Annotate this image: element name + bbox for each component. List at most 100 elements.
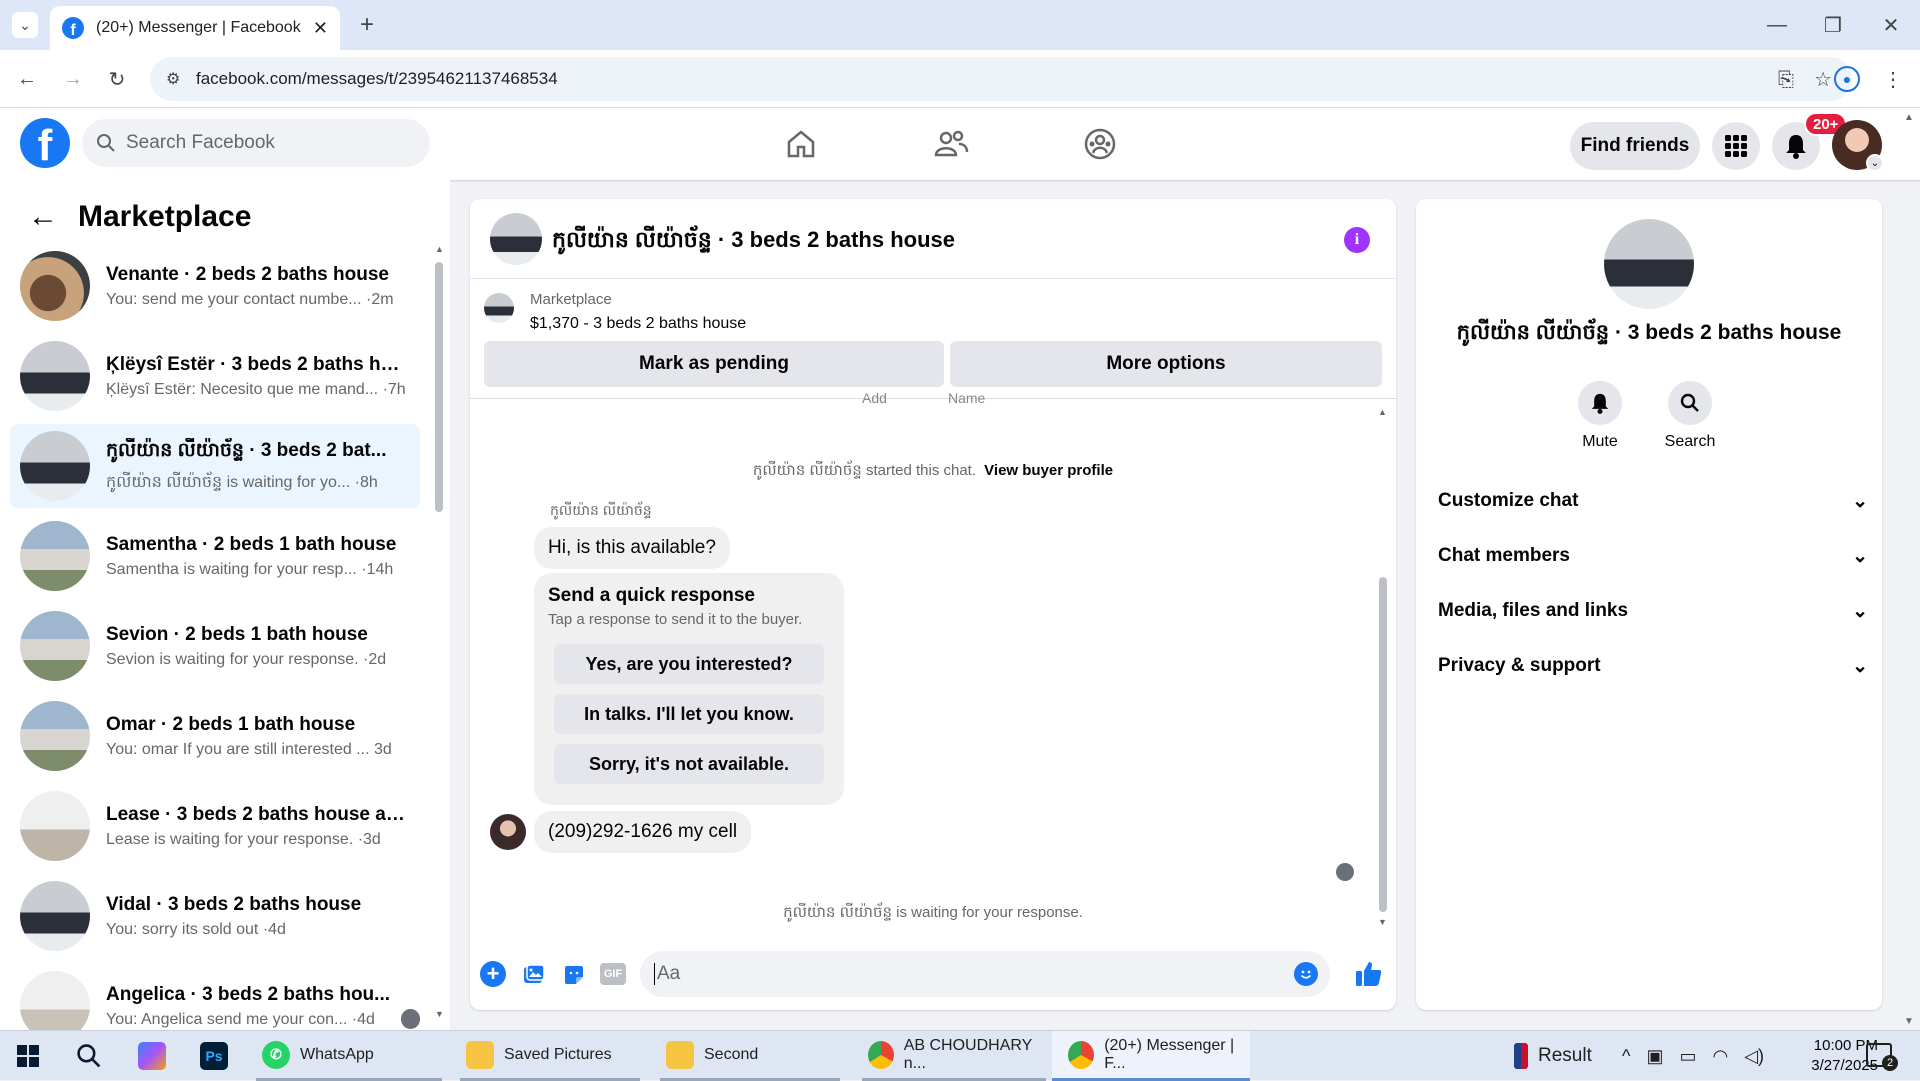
minimize-icon[interactable]: — — [1764, 12, 1790, 38]
conversation-item[interactable]: កូលីយ៉ាន លីយ៉ាច័ន្ទ · 3 beds 2 bat... កូល… — [10, 424, 420, 508]
quick-response-talks-button[interactable]: In talks. I'll let you know. — [554, 694, 824, 734]
wifi-icon[interactable]: ◠ — [1712, 1046, 1728, 1067]
conversation-text: Ķlëysî Estër · 3 beds 2 baths house Ķlëys… — [106, 354, 406, 399]
privacy-support-section[interactable]: Privacy & support ⌄ — [1438, 644, 1868, 688]
friends-icon[interactable] — [929, 122, 973, 166]
view-buyer-profile-link[interactable]: View buyer profile — [984, 462, 1113, 479]
groups-icon[interactable] — [1078, 122, 1122, 166]
taskbar-second[interactable]: Second — [660, 1031, 840, 1081]
taskbar-chrome-messenger[interactable]: (20+) Messenger | F... — [1052, 1031, 1250, 1081]
details-avatar[interactable] — [1604, 219, 1694, 309]
site-info-icon[interactable]: ⚙ — [166, 69, 180, 89]
taskbar-search-icon[interactable] — [76, 1031, 102, 1081]
forward-icon[interactable]: → — [60, 66, 86, 92]
chevron-up-icon[interactable]: ^ — [1622, 1046, 1630, 1067]
system-tray[interactable]: ^ ▣ ▭ ◠ ◁) — [1622, 1031, 1764, 1081]
url-field[interactable]: ⚙ facebook.com/messages/t/23954621137468… — [150, 57, 1852, 101]
sidebar-scrollbar[interactable]: ▲ ▼ — [434, 244, 444, 1019]
photoshop-icon[interactable]: Ps — [200, 1031, 228, 1081]
menu-grid-icon[interactable] — [1712, 122, 1760, 170]
account-chevron-icon[interactable]: ⌄ — [1866, 154, 1884, 172]
conversation-item[interactable]: Vidal · 3 beds 2 baths house You: sorry i… — [10, 874, 420, 958]
profile-icon[interactable]: ● — [1834, 66, 1860, 92]
tab-search-icon[interactable]: ⌄ — [12, 12, 38, 38]
conversation-preview: Samentha is waiting for your resp... ·14… — [106, 560, 394, 578]
conversation-item[interactable]: Venante · 2 beds 2 baths house You: send … — [10, 244, 420, 328]
mute-bell-icon[interactable] — [1578, 381, 1622, 425]
conversation-preview: Sevion is waiting for your response. ·2d — [106, 650, 387, 668]
like-thumbs-up-icon[interactable] — [1354, 959, 1384, 994]
info-icon[interactable]: i — [1344, 227, 1370, 253]
message-input[interactable]: Aa — [640, 951, 1330, 997]
back-icon[interactable]: ← — [14, 66, 40, 92]
add-attachment-icon[interactable]: + — [480, 961, 506, 987]
conversation-text: Lease · 3 beds 2 baths house at ... Lease… — [106, 804, 406, 849]
emoji-icon[interactable] — [1294, 962, 1318, 986]
read-receipt-avatar — [1336, 863, 1354, 881]
mark-as-pending-button[interactable]: Mark as pending — [484, 341, 944, 387]
media-files-links-section[interactable]: Media, files and links ⌄ — [1438, 589, 1868, 633]
taskbar-chrome-ab-choudhary[interactable]: AB CHOUDHARY n... — [862, 1031, 1046, 1081]
conversation-item[interactable]: Samentha · 2 beds 1 bath house Samentha i… — [10, 514, 420, 598]
section-label: Chat members — [1438, 545, 1570, 566]
install-app-icon[interactable]: ⎘ — [1778, 69, 1794, 92]
taskbar-saved-pictures[interactable]: Saved Pictures — [460, 1031, 640, 1081]
meet-now-icon[interactable]: ▣ — [1646, 1046, 1663, 1067]
conversation-title: កូលីយ៉ាន លីយ៉ាច័ន្ទ · 3 beds 2 bat... — [106, 439, 387, 461]
battery-icon[interactable]: ▭ — [1679, 1046, 1696, 1067]
restore-icon[interactable]: ❐ — [1820, 12, 1846, 38]
conversation-preview: You: omar If you are still interested ..… — [106, 740, 392, 758]
conversation-avatar — [20, 611, 90, 681]
reload-icon[interactable]: ↻ — [104, 66, 130, 92]
search-label[interactable]: Search — [1650, 433, 1730, 451]
customize-chat-section[interactable]: Customize chat ⌄ — [1438, 479, 1868, 523]
new-tab-icon[interactable]: + — [354, 11, 380, 38]
listing-thumbnail[interactable] — [484, 293, 514, 323]
bookmark-star-icon[interactable]: ☆ — [1814, 67, 1832, 92]
taskbar-label: Saved Pictures — [504, 1045, 612, 1063]
home-icon[interactable] — [779, 122, 823, 166]
start-button[interactable] — [16, 1031, 40, 1081]
browser-tab[interactable]: f (20+) Messenger | Facebook ✕ — [50, 6, 340, 50]
listing-info[interactable]: $1,370 - 3 beds 2 baths house — [530, 315, 746, 333]
menu-icon[interactable]: ⋮ — [1880, 66, 1906, 92]
page-scrollbar[interactable]: ▲ ▼ — [1904, 112, 1916, 1027]
quick-response-sorry-button[interactable]: Sorry, it's not available. — [554, 744, 824, 784]
sender-avatar[interactable] — [490, 814, 526, 850]
conversation-title: Lease · 3 beds 2 baths house at ... — [106, 803, 406, 825]
read-receipt-avatar — [400, 1009, 420, 1029]
conversation-preview: You: Angelica send me your con... ·4d — [106, 1010, 375, 1028]
search-input[interactable]: Search Facebook — [82, 119, 430, 167]
back-arrow-icon[interactable]: ← — [28, 200, 58, 234]
chat-avatar[interactable] — [490, 213, 542, 265]
quick-response-yes-button[interactable]: Yes, are you interested? — [554, 644, 824, 684]
close-window-icon[interactable]: ✕ — [1878, 12, 1904, 38]
conversation-avatar — [20, 431, 90, 501]
clock[interactable]: 10:00 PM 3/27/2025 — [1768, 1036, 1878, 1076]
mute-label[interactable]: Mute — [1560, 433, 1640, 451]
conversation-item[interactable]: Ķlëysî Estër · 3 beds 2 baths house Ķlëys… — [10, 334, 420, 418]
conversation-item[interactable]: Lease · 3 beds 2 baths house at ... Lease… — [10, 784, 420, 868]
chat-members-section[interactable]: Chat members ⌄ — [1438, 534, 1868, 578]
whatsapp-icon: ✆ — [262, 1040, 290, 1069]
taskbar-whatsapp[interactable]: ✆ WhatsApp — [256, 1031, 442, 1081]
conversation-avatar — [20, 341, 90, 411]
copilot-icon[interactable] — [138, 1031, 166, 1081]
listing-card: Marketplace $1,370 - 3 beds 2 baths hous… — [470, 279, 1396, 399]
more-options-button[interactable]: More options — [950, 341, 1382, 387]
chat-scrollbar[interactable]: ▲ ▼ — [1378, 407, 1388, 927]
sticker-icon[interactable] — [562, 963, 586, 992]
gif-icon[interactable]: GIF — [600, 963, 626, 985]
search-conversation-icon[interactable] — [1668, 381, 1712, 425]
photo-icon[interactable] — [522, 963, 546, 992]
chat-title[interactable]: កូលីយ៉ាន លីយ៉ាច័ន្ទ · 3 beds 2 baths hou… — [552, 226, 955, 258]
tab-close-icon[interactable]: ✕ — [313, 18, 328, 39]
conversation-item[interactable]: Sevion · 2 beds 1 bath house Sevion is wa… — [10, 604, 420, 688]
facebook-logo-icon[interactable]: f — [20, 118, 70, 168]
chrome-icon — [1068, 1040, 1095, 1069]
conversation-item[interactable]: Omar · 2 beds 1 bath house You: omar If y… — [10, 694, 420, 778]
taskbar-result-widget[interactable]: Result — [1514, 1031, 1592, 1081]
volume-icon[interactable]: ◁) — [1744, 1046, 1764, 1067]
sidebar-title: Marketplace — [78, 200, 252, 233]
find-friends-button[interactable]: Find friends — [1570, 122, 1700, 170]
